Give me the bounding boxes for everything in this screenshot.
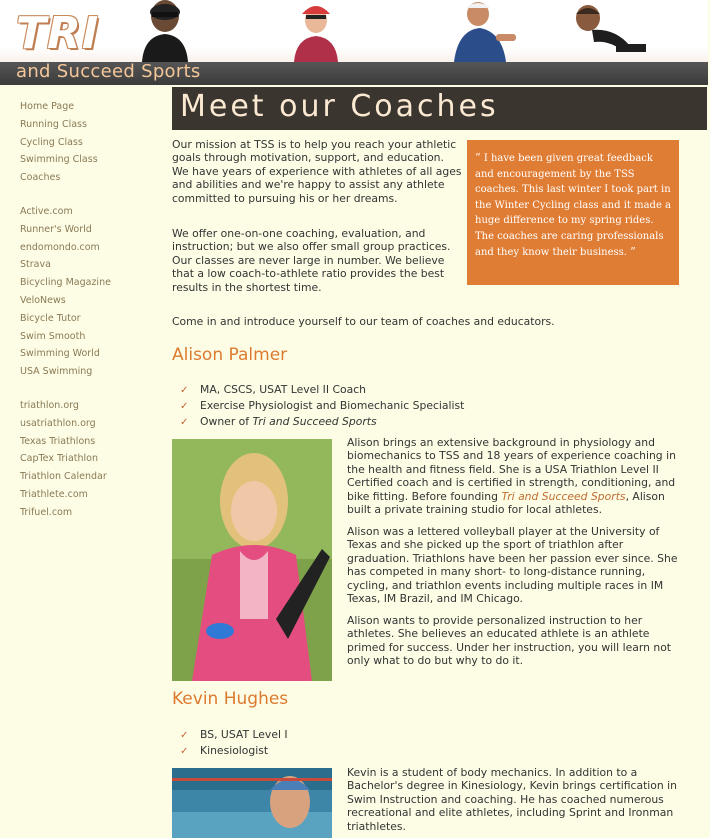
- link-bicycling-magazine[interactable]: Bicycling Magazine: [20, 274, 160, 292]
- resource-links-group: Active.com Runner's World endomondo.com …: [20, 203, 160, 381]
- credential-item: ✓ Exercise Physiologist and Biomechanic S…: [180, 398, 464, 414]
- link-triathlon-calendar[interactable]: Triathlon Calendar: [20, 468, 160, 486]
- credential-text: MA, CSCS, USAT Level II Coach: [200, 383, 367, 396]
- coach-bio-alison-3: Alison wants to provide personalized ins…: [347, 614, 672, 668]
- sidebar-nav: Home Page Running Class Cycling Class Sw…: [20, 98, 160, 538]
- nav-link-coaches[interactable]: Coaches: [20, 169, 160, 187]
- check-icon: ✓: [180, 401, 189, 413]
- link-endomondo[interactable]: endomondo.com: [20, 239, 160, 257]
- header-banner: TRI and Succeed Sports: [0, 0, 708, 85]
- coach-name-kevin: Kevin Hughes: [172, 689, 289, 709]
- check-icon: ✓: [180, 746, 189, 758]
- link-velonews[interactable]: VeloNews: [20, 292, 160, 310]
- swimmer-athlete-image: [142, 0, 188, 62]
- intro-paragraph-mission: Our mission at TSS is to help you reach …: [172, 138, 462, 205]
- link-triathlete-com[interactable]: Triathlete.com: [20, 486, 160, 504]
- credential-text: BS, USAT Level I: [200, 728, 288, 741]
- intro-paragraph-offer: We offer one-on-one coaching, evaluation…: [172, 227, 451, 294]
- coach-credentials-kevin: ✓ BS, USAT Level I ✓ Kinesiologist: [180, 727, 288, 759]
- company-name: Tri and Succeed Sports: [252, 415, 377, 429]
- page-title: Meet our Coaches: [180, 89, 499, 124]
- nav-link-swimming-class[interactable]: Swimming Class: [20, 151, 160, 169]
- link-texas-triathlons[interactable]: Texas Triathlons: [20, 433, 160, 451]
- nav-link-cycling-class[interactable]: Cycling Class: [20, 134, 160, 152]
- credential-item: ✓ Kinesiologist: [180, 743, 288, 759]
- runner-athlete-image: [576, 5, 646, 52]
- link-swim-smooth[interactable]: Swim Smooth: [20, 328, 160, 346]
- credential-text: Kinesiologist: [200, 744, 269, 758]
- nav-link-running-class[interactable]: Running Class: [20, 116, 160, 134]
- link-captex-triathlon[interactable]: CapTex Triathlon: [20, 450, 160, 468]
- check-icon: ✓: [180, 417, 189, 429]
- coach-bio-alison-2: Alison was a lettered volleyball player …: [347, 525, 678, 606]
- site-logo-subtitle[interactable]: and Succeed Sports: [16, 61, 201, 82]
- coach-photo-alison: [172, 439, 332, 681]
- site-logo[interactable]: TRI: [16, 8, 99, 59]
- credential-item: ✓ MA, CSCS, USAT Level II Coach: [180, 382, 464, 398]
- invite-text: Come in and introduce yourself to our te…: [172, 315, 555, 328]
- credential-item: ✓ BS, USAT Level I: [180, 727, 288, 743]
- link-trifuel-com[interactable]: Trifuel.com: [20, 504, 160, 522]
- triathlon-links-group: triathlon.org usatriathlon.org Texas Tri…: [20, 397, 160, 522]
- coach-credentials-alison: ✓ MA, CSCS, USAT Level II Coach ✓ Exercise…: [180, 382, 464, 431]
- link-strava[interactable]: Strava: [20, 256, 160, 274]
- credential-text: Exercise Physiologist and Biomechanic Sp…: [200, 399, 465, 413]
- link-usa-swimming[interactable]: USA Swimming: [20, 363, 160, 381]
- nav-link-home[interactable]: Home Page: [20, 98, 160, 116]
- site-nav-group: Home Page Running Class Cycling Class Sw…: [20, 98, 160, 187]
- credential-text: Owner of: [200, 415, 253, 429]
- link-active[interactable]: Active.com: [20, 203, 160, 221]
- coach-name-alison: Alison Palmer: [172, 345, 288, 365]
- check-icon: ✓: [180, 385, 189, 396]
- link-bicycle-tutor[interactable]: Bicycle Tutor: [20, 310, 160, 328]
- link-runners-world[interactable]: Runner's World: [20, 221, 160, 239]
- link-usatriathlon-org[interactable]: usatriathlon.org: [20, 415, 160, 433]
- testimonial-text: I have been given great feedback and enc…: [475, 153, 671, 258]
- cyclist-athlete-image: [294, 6, 338, 62]
- testimonial-quote: “ I have been given great feedback and e…: [467, 140, 679, 285]
- check-icon: ✓: [180, 730, 189, 741]
- page-title-bar: Meet our Coaches: [172, 87, 707, 130]
- coach-photo-kevin: [172, 768, 332, 838]
- triathlete-athlete-image: [454, 2, 516, 62]
- open-quote-icon: “: [475, 151, 481, 164]
- coach-bio-alison-1: Alison brings an extensive background in…: [347, 436, 687, 516]
- close-quote-icon: ”: [630, 245, 636, 258]
- credential-item: ✓ Owner of Tri and Succeed Sports: [180, 414, 464, 430]
- kevin-portrait-image: [172, 768, 332, 838]
- link-swimming-world[interactable]: Swimming World: [20, 345, 160, 363]
- link-triathlon-org[interactable]: triathlon.org: [20, 397, 160, 415]
- alison-portrait-image: [172, 439, 332, 681]
- coach-bio-kevin-1: Kevin is a student of body mechanics. In…: [347, 766, 678, 833]
- company-name: Tri and Succeed Sports: [501, 489, 626, 503]
